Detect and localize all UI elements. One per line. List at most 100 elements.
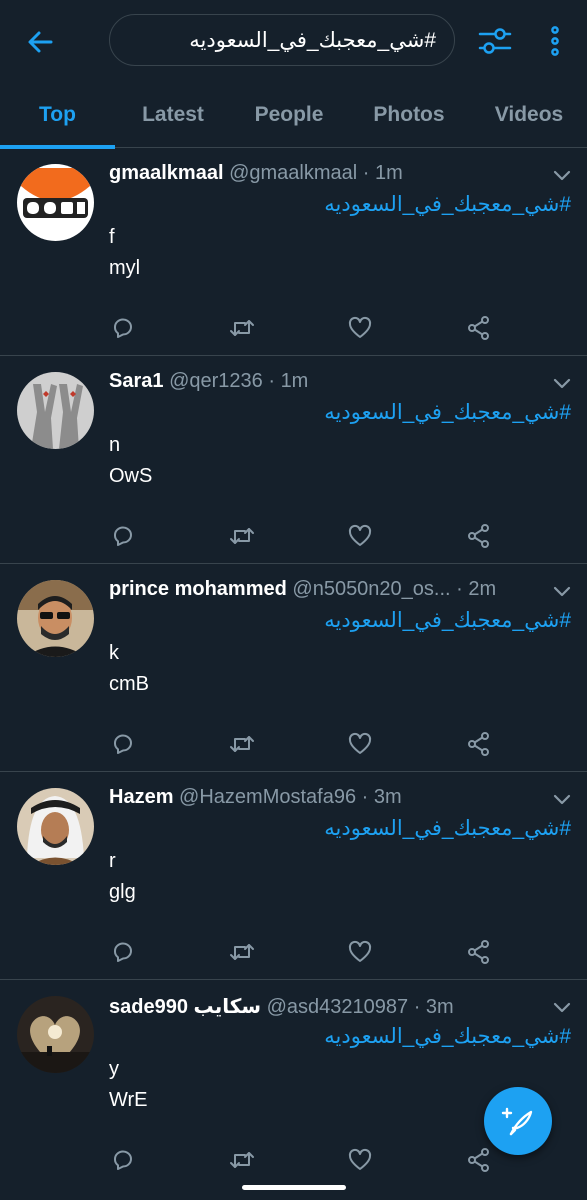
user-handle: @asd43210987 [266,996,409,1018]
reply-icon [114,1150,132,1170]
tweet[interactable]: gmaalkmaal @gmaalkmaal · 1m #شي_معجبك_في… [0,148,587,356]
back-button[interactable] [20,22,60,62]
like-button[interactable] [346,522,374,550]
chevron-down-icon[interactable] [552,792,572,806]
reply-icon [114,526,132,546]
display-name[interactable]: prince mohammed [109,578,287,600]
retweet-icon [230,736,254,752]
share-button[interactable] [465,314,493,342]
avatar[interactable] [17,372,94,449]
chevron-down-icon[interactable] [552,584,572,598]
share-icon [468,524,489,548]
display-name[interactable]: gmaalkmaal [109,162,224,184]
chevron-down-icon[interactable] [552,1000,572,1014]
avatar[interactable] [17,996,94,1073]
retweet-button[interactable] [228,938,256,966]
share-button[interactable] [465,1146,493,1174]
tweet-text-line: y [109,1058,119,1080]
like-button[interactable] [346,314,374,342]
share-icon [468,732,489,756]
like-button[interactable] [346,1146,374,1174]
tab-photos[interactable]: Photos [347,82,471,148]
share-button[interactable] [465,730,493,758]
tweet-text-line: WrE [109,1089,148,1111]
avatar[interactable] [17,164,94,241]
timestamp: 2m [468,578,497,600]
tweet-header: Hazem @HazemMostafa96 · 3m [109,786,539,809]
search-query: #شي_معجبك_في_السعوديه [189,28,436,52]
reply-icon [114,734,132,754]
retweet-button[interactable] [228,1146,256,1174]
reply-button[interactable] [109,1146,137,1174]
avatar[interactable] [17,580,94,657]
retweet-button[interactable] [228,522,256,550]
reply-icon [114,318,132,338]
tab-latest[interactable]: Latest [115,82,231,148]
like-button[interactable] [346,730,374,758]
tweet-header: gmaalkmaal @gmaalkmaal · 1m [109,162,539,185]
vertical-dots-icon [551,26,559,56]
avatar-image [17,788,94,865]
tweet-actions [0,522,587,552]
compose-feather-icon [501,1107,533,1136]
tweet-text-line: n [109,434,121,456]
tweet[interactable]: Hazem @HazemMostafa96 · 3m #شي_معجبك_في_… [0,772,587,980]
search-tabs: Top Latest People Photos Videos [0,82,587,149]
display-name[interactable]: Sara1 [109,370,164,392]
reply-button[interactable] [109,938,137,966]
tab-people[interactable]: People [231,82,347,148]
tweet-text-line: k [109,642,119,664]
retweet-button[interactable] [228,314,256,342]
chevron-down-icon[interactable] [552,376,572,390]
home-indicator[interactable] [242,1185,346,1190]
top-bar: #شي_معجبك_في_السعوديه [0,0,587,82]
avatar[interactable] [17,788,94,865]
tweet-text-line: OwS [109,465,153,487]
sliders-icon [478,28,512,54]
timestamp: 3m [425,996,454,1018]
user-handle: @gmaalkmaal [229,162,358,184]
like-button[interactable] [346,938,374,966]
separator-dot: · [413,996,421,1018]
tab-videos[interactable]: Videos [471,82,587,148]
avatar-image [17,580,94,657]
avatar-image [17,372,94,449]
display-name[interactable]: Hazem [109,786,173,808]
timestamp: 1m [280,370,309,392]
heart-icon [348,316,372,338]
display-name[interactable]: sade990 سكايب [109,996,261,1018]
tweet-header: prince mohammed @n5050n20_os... · 2m [109,578,539,601]
tweet[interactable]: Sara1 @qer1236 · 1m #شي_معجبك_في_السعودي… [0,356,587,564]
reply-button[interactable] [109,314,137,342]
tweet-actions [0,730,587,760]
hashtag-link[interactable]: #شي_معجبك_في_السعوديه [109,1024,571,1049]
heart-icon [348,940,372,962]
tweet-text-line: f [109,226,115,248]
tweet-text-line: glg [109,881,136,903]
hashtag-link[interactable]: #شي_معجبك_في_السعوديه [109,816,571,841]
tweet[interactable]: sade990 سكايب @asd43210987 · 3m #شي_معجب… [0,980,587,1188]
tab-top[interactable]: Top [0,82,115,149]
reply-button[interactable] [109,730,137,758]
tweet[interactable]: prince mohammed @n5050n20_os... · 2m #شي… [0,564,587,772]
retweet-button[interactable] [228,730,256,758]
separator-dot: · [362,162,370,184]
hashtag-link[interactable]: #شي_معجبك_في_السعوديه [109,608,571,633]
more-options-button[interactable] [538,21,572,61]
tweet-text-line: r [109,850,116,872]
share-button[interactable] [465,522,493,550]
search-input[interactable]: #شي_معجبك_في_السعوديه [109,14,455,66]
share-icon [468,940,489,964]
share-button[interactable] [465,938,493,966]
user-handle: @HazemMostafa96 [179,786,357,808]
compose-tweet-button[interactable] [484,1087,552,1155]
reply-button[interactable] [109,522,137,550]
hashtag-link[interactable]: #شي_معجبك_في_السعوديه [109,400,571,425]
chevron-down-icon[interactable] [552,168,572,182]
tweet-header: sade990 سكايب @asd43210987 · 3m [109,994,539,1019]
hashtag-link[interactable]: #شي_معجبك_في_السعوديه [109,192,571,217]
tweet-text-line: myl [109,257,141,279]
search-filter-button[interactable] [474,21,516,61]
avatar-image [17,164,94,241]
share-icon [468,1148,489,1172]
